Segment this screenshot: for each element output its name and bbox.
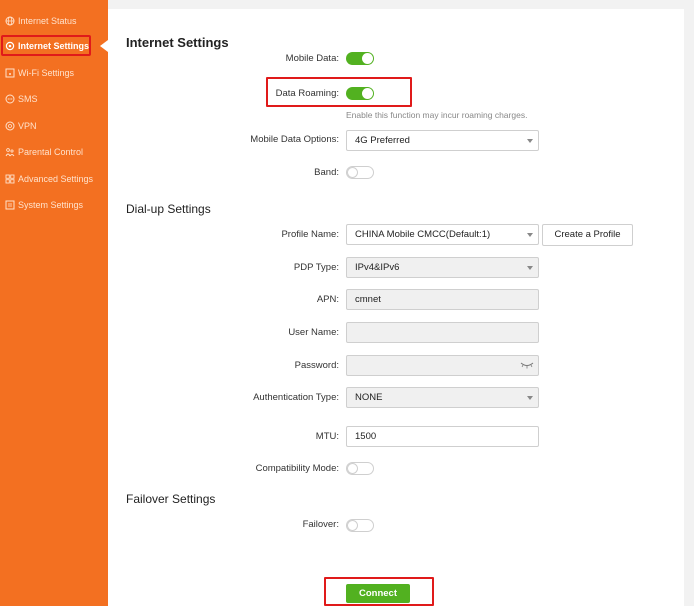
data-roaming-label: Data Roaming:: [275, 88, 339, 99]
family-icon: [5, 148, 15, 157]
mobile-data-toggle[interactable]: [346, 52, 374, 65]
toggle-knob: [347, 463, 358, 474]
select-value: 4G Preferred: [355, 135, 410, 146]
select-value: NONE: [355, 392, 383, 403]
data-roaming-hint: Enable this function may incur roaming c…: [346, 110, 528, 120]
sidebar-item-label: SMS: [18, 94, 38, 104]
apn-value: cmnet: [355, 294, 381, 305]
mtu-label: MTU:: [315, 431, 339, 442]
sidebar: Internet Status Internet Settings Wi-Fi …: [0, 0, 108, 606]
sidebar-item-vpn[interactable]: VPN: [0, 116, 108, 136]
select-value: IPv4&IPv6: [355, 262, 400, 273]
connect-button[interactable]: Connect: [346, 584, 410, 603]
sidebar-item-sms[interactable]: SMS: [0, 89, 108, 109]
mobile-data-options-select[interactable]: 4G Preferred: [346, 130, 539, 151]
sidebar-item-internet-status[interactable]: Internet Status: [0, 11, 108, 31]
password-field[interactable]: [346, 355, 539, 376]
pdp-type-select[interactable]: IPv4&IPv6: [346, 257, 539, 278]
apn-field[interactable]: cmnet: [346, 289, 539, 310]
mobile-data-options-label: Mobile Data Options:: [250, 134, 339, 145]
chevron-down-icon: [527, 233, 533, 237]
failover-label: Failover:: [302, 519, 339, 530]
profile-name-select[interactable]: CHINA Mobile CMCC(Default:1): [346, 224, 539, 245]
sidebar-item-internet-settings[interactable]: Internet Settings: [0, 36, 108, 56]
sidebar-item-label: Wi-Fi Settings: [18, 68, 75, 78]
band-label: Band:: [314, 167, 339, 178]
toggle-knob: [347, 167, 358, 178]
sidebar-item-label: Internet Settings: [18, 41, 90, 51]
wifi-icon: [5, 68, 15, 78]
data-roaming-toggle[interactable]: [346, 87, 374, 100]
message-icon: [5, 94, 15, 104]
main-panel: Internet Settings Mobile Data: Data Roam…: [108, 9, 684, 606]
sidebar-item-label: Parental Control: [18, 147, 84, 157]
sidebar-item-parental-control[interactable]: Parental Control: [0, 142, 108, 162]
auth-type-label: Authentication Type:: [253, 392, 339, 403]
chevron-down-icon: [527, 139, 533, 143]
active-indicator-arrow: [100, 40, 108, 52]
sidebar-item-label: VPN: [18, 121, 37, 131]
failover-toggle[interactable]: [346, 519, 374, 532]
apn-label: APN:: [316, 294, 339, 305]
mtu-value: 1500: [355, 431, 377, 442]
pdp-type-label: PDP Type:: [293, 262, 339, 273]
mtu-field[interactable]: 1500: [346, 426, 539, 447]
chevron-down-icon: [527, 396, 533, 400]
globe-icon: [5, 16, 15, 26]
compat-mode-toggle[interactable]: [346, 462, 374, 475]
toggle-knob: [362, 53, 373, 64]
user-name-field[interactable]: [346, 322, 539, 343]
gear-icon: [5, 41, 15, 51]
sidebar-item-system-settings[interactable]: System Settings: [0, 195, 108, 215]
sidebar-item-label: System Settings: [18, 200, 84, 210]
sidebar-item-label: Internet Status: [18, 16, 77, 26]
profile-name-label: Profile Name:: [281, 229, 339, 240]
chevron-down-icon: [527, 266, 533, 270]
sidebar-item-wifi-settings[interactable]: Wi-Fi Settings: [0, 63, 108, 83]
mobile-data-label: Mobile Data:: [285, 53, 339, 64]
eye-closed-icon[interactable]: [520, 361, 534, 369]
select-value: CHINA Mobile CMCC(Default:1): [355, 229, 491, 240]
password-label: Password:: [294, 360, 339, 371]
grid-icon: [5, 174, 15, 184]
vpn-icon: [5, 121, 15, 131]
sidebar-item-label: Advanced Settings: [18, 174, 94, 184]
app-window: Internet Status Internet Settings Wi-Fi …: [0, 0, 694, 606]
create-profile-button[interactable]: Create a Profile: [542, 224, 633, 246]
toggle-knob: [362, 88, 373, 99]
failover-section-title: Failover Settings: [126, 492, 216, 506]
page-title: Internet Settings: [126, 35, 229, 50]
user-name-label: User Name:: [288, 327, 339, 338]
band-toggle[interactable]: [346, 166, 374, 179]
system-icon: [5, 200, 15, 210]
sidebar-item-advanced-settings[interactable]: Advanced Settings: [0, 169, 108, 189]
auth-type-select[interactable]: NONE: [346, 387, 539, 408]
compat-mode-label: Compatibility Mode:: [255, 463, 339, 474]
toggle-knob: [347, 520, 358, 531]
dialup-section-title: Dial-up Settings: [126, 202, 211, 216]
